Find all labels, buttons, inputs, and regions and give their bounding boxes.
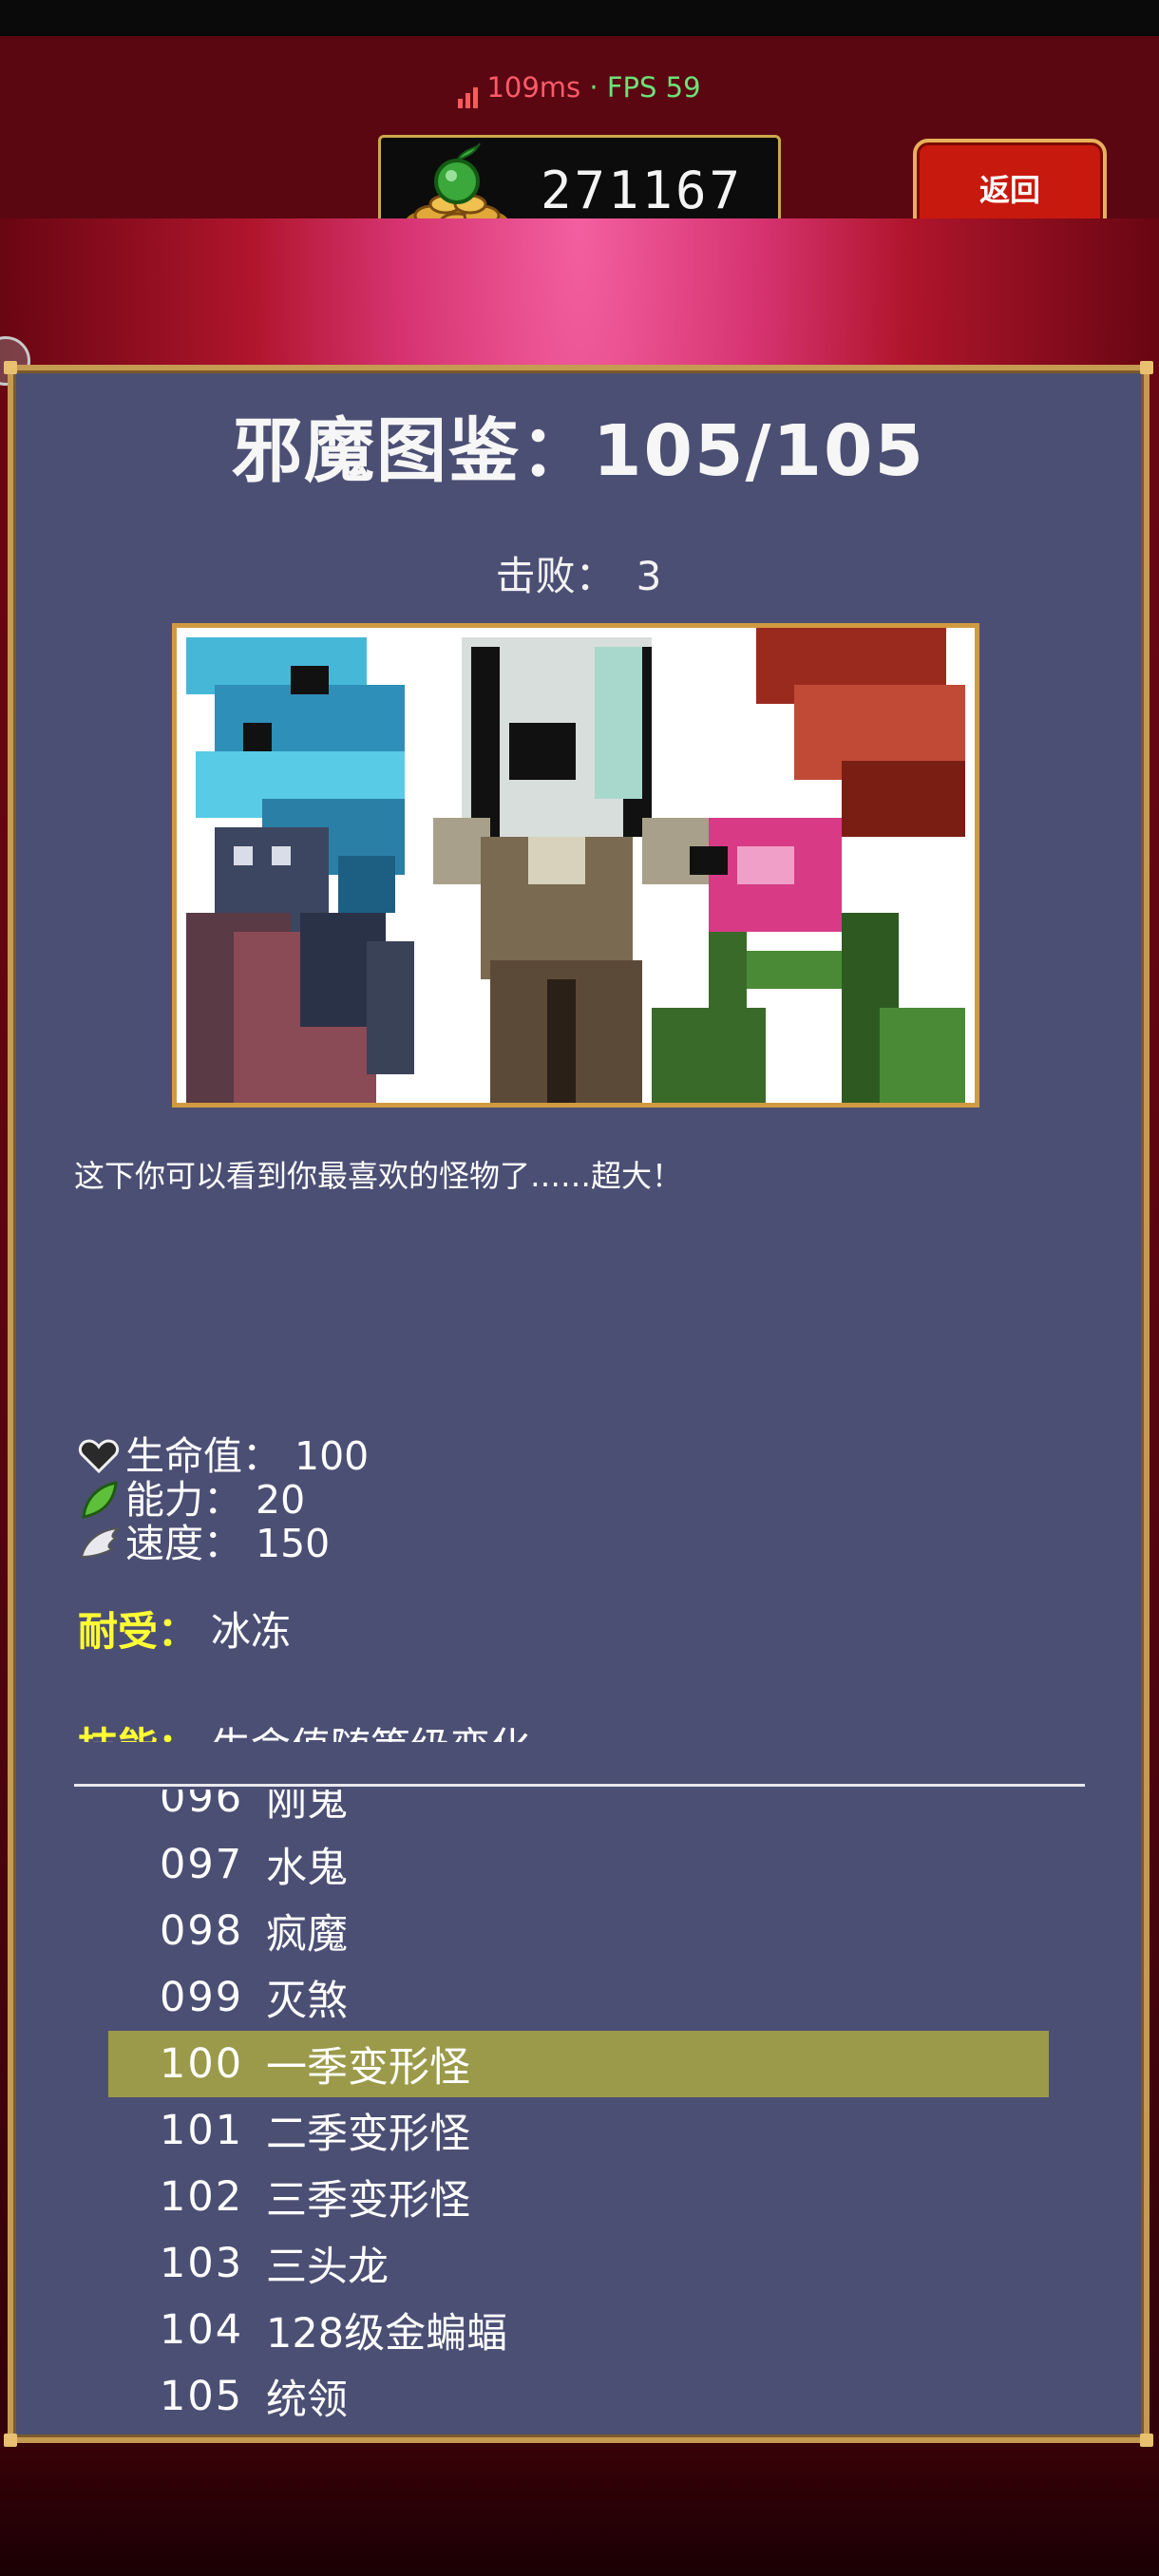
coin-value: 271167 (541, 161, 744, 220)
list-item-number: 105 (160, 2373, 244, 2420)
list-item-name: 三季变形怪 (266, 2177, 470, 2225)
skill-partial: 技能： 生命值随等级变化 (78, 1721, 1028, 1742)
list-item-selected[interactable]: 100 一季变形怪 (108, 2031, 1049, 2097)
stat-hp-value: 100 (294, 1433, 370, 1479)
list-item-name: 128级金蝙蝠 (266, 2310, 508, 2358)
stat-power: 能力： 20 (78, 1478, 369, 1522)
leaf-icon (82, 1481, 118, 1519)
list-item-number: 103 (160, 2240, 244, 2287)
resistance-value: 冰冻 (211, 1608, 292, 1655)
list-item-number: 098 (160, 1907, 244, 1955)
list-item-number: 102 (160, 2173, 244, 2221)
background-lower (0, 2432, 1159, 2576)
panel-corner (4, 361, 17, 374)
list-item-name: 三头龙 (266, 2244, 389, 2291)
list-item-number: 101 (160, 2107, 244, 2154)
separator: · (580, 71, 607, 104)
ping-text: 109ms (486, 71, 581, 104)
defeat-value: 3 (636, 553, 662, 599)
list-item[interactable]: 104 128级金蝙蝠 (108, 2297, 1049, 2363)
network-stats: 109ms · FPS 59 (0, 68, 1159, 108)
list-item[interactable]: 096 刚鬼 (108, 1790, 1049, 1831)
status-strip (0, 0, 1159, 36)
monster-list-inner: 096 刚鬼 097 水鬼 098 疯魔 099 灭煞 100 一季变形怪 101 二季变形怪 102 三… (108, 1790, 1049, 2426)
list-item-number: 104 (160, 2306, 244, 2354)
monster-portrait-art (177, 628, 975, 1103)
game-screen: 109ms · FPS 59 271167 返回 邪魔图鉴：105/105 击败… (0, 0, 1159, 2576)
defeat-label: 击败： (495, 553, 616, 599)
skill-label: 技能： (78, 1724, 198, 1742)
panel-corner (1140, 361, 1153, 374)
list-item[interactable]: 098 疯魔 (108, 1898, 1049, 1964)
list-item[interactable]: 103 三头龙 (108, 2230, 1049, 2297)
list-item-name: 二季变形怪 (266, 2111, 470, 2158)
list-item-number: 099 (160, 1974, 244, 2021)
monster-list[interactable]: 096 刚鬼 097 水鬼 098 疯魔 099 灭煞 100 一季变形怪 101 二季变形怪 102 三… (108, 1790, 1049, 2426)
heart-icon (78, 1439, 120, 1474)
resistance-label: 耐受： (78, 1608, 199, 1655)
defeat-count: 击败： 3 (13, 551, 1144, 602)
list-item[interactable]: 102 三季变形怪 (108, 2164, 1049, 2230)
list-item-name: 一季变形怪 (266, 2044, 470, 2092)
page-title: 邪魔图鉴：105/105 (232, 410, 925, 492)
list-item[interactable]: 105 统领 (108, 2363, 1049, 2426)
skill-value: 生命值随等级变化 (211, 1724, 530, 1742)
stat-speed: 速度： 150 (78, 1522, 369, 1565)
list-item-name: 灭煞 (266, 1978, 348, 2025)
list-item[interactable]: 099 灭煞 (108, 1964, 1049, 2031)
stat-list: 生命值： 100 能力： 20 速度： 150 (78, 1434, 369, 1565)
list-item-number: 096 (160, 1790, 244, 1822)
stat-speed-label: 速度： (125, 1521, 242, 1566)
divider (74, 1784, 1085, 1787)
monster-description: 这下你可以看到你最喜欢的怪物了……超大！ (74, 1158, 683, 1194)
bestiary-panel: 邪魔图鉴：105/105 击败： 3 这下你可以看到你最喜欢的怪物了……超大！ … (4, 361, 1153, 2447)
fps-text: FPS 59 (606, 71, 701, 104)
list-item-name: 统领 (266, 2377, 348, 2424)
list-item[interactable]: 097 水鬼 (108, 1831, 1049, 1898)
list-item[interactable]: 101 二季变形怪 (108, 2097, 1049, 2164)
list-item-number: 097 (160, 1841, 244, 1888)
top-bar: 109ms · FPS 59 271167 返回 (0, 36, 1159, 243)
stat-hp-label: 生命值： (125, 1433, 281, 1479)
wing-icon (80, 1526, 120, 1559)
panel-corner (4, 2434, 17, 2447)
list-item-name: 疯魔 (266, 1911, 348, 1959)
list-item-number: 100 (160, 2040, 244, 2088)
list-item-name: 刚鬼 (266, 1790, 348, 1826)
monster-portrait (172, 623, 979, 1108)
panel-corner (1140, 2434, 1153, 2447)
stat-hp: 生命值： 100 (78, 1434, 369, 1478)
stat-power-label: 能力： (125, 1477, 242, 1523)
signal-icon (458, 70, 481, 108)
list-item-name: 水鬼 (266, 1845, 348, 1892)
stat-speed-value: 150 (256, 1521, 331, 1566)
stat-power-value: 20 (256, 1477, 306, 1523)
resistance: 耐受： 冰冻 (78, 1605, 291, 1658)
